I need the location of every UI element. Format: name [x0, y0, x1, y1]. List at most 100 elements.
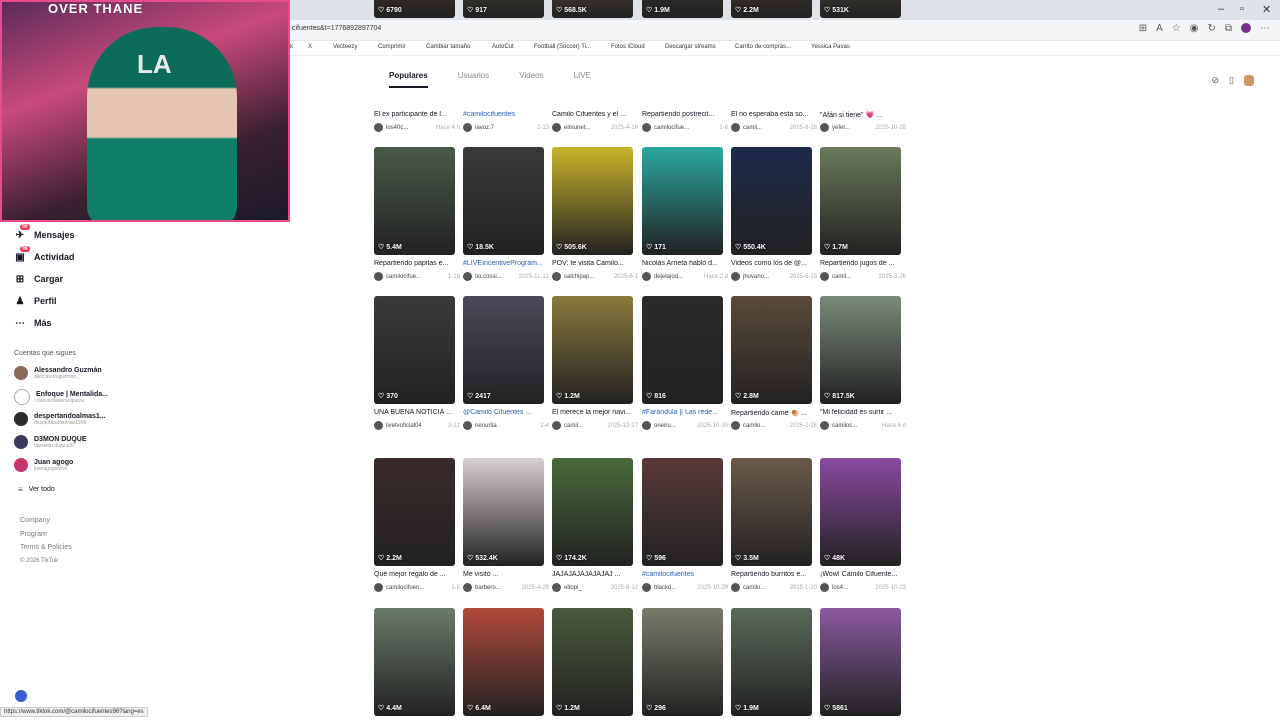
video-thumbnail[interactable]: ♡ 531K [820, 0, 901, 18]
video-thumbnail[interactable]: ♡ 370 [374, 296, 455, 404]
avatar[interactable] [552, 272, 561, 281]
author-name[interactable]: oneiru... [654, 423, 676, 429]
avatar[interactable] [642, 272, 651, 281]
menu-dots-icon[interactable]: ⋯ [1260, 23, 1270, 34]
bookmark-item[interactable]: Carrito de compras... [735, 44, 791, 50]
author-name[interactable]: elmunet... [564, 125, 590, 131]
video-caption[interactable]: Él no esperaba esta so... [731, 111, 817, 118]
apps-icon[interactable]: ⊞ [1139, 23, 1147, 34]
avatar[interactable] [642, 421, 651, 430]
video-thumbnail[interactable]: ♡ 3.5M [731, 458, 812, 566]
avatar[interactable] [552, 583, 561, 592]
profile-avatar-icon[interactable] [1241, 23, 1251, 33]
author-name[interactable]: camilo... [743, 585, 765, 591]
video-thumbnail[interactable]: ♡ 48K [820, 458, 901, 566]
author-name[interactable]: camilo... [743, 423, 765, 429]
maximize-icon[interactable]: ▫ [1240, 3, 1244, 15]
bookmark-item[interactable]: Vecteezy [333, 44, 357, 50]
video-caption[interactable]: #camilocifuentes [463, 111, 549, 118]
avatar[interactable] [642, 583, 651, 592]
video-caption[interactable]: #LIVEIncentiveProgram... [463, 260, 549, 267]
author-name[interactable]: nenurita [475, 423, 497, 429]
video-caption[interactable]: Camilo Cifuentes y el ... [552, 111, 638, 118]
taskbar-app-icon[interactable] [15, 690, 27, 702]
author-name[interactable]: camilocifue... [654, 125, 689, 131]
video-thumbnail[interactable]: ♡ 1.2M [552, 296, 633, 404]
footer-link[interactable]: Terms & Policies [20, 544, 72, 551]
video-caption[interactable]: Me visitó ... [463, 571, 549, 578]
video-thumbnail[interactable]: ♡ 296 [642, 608, 723, 716]
following-account[interactable]: Juan agogo juanagogoolive [14, 458, 73, 472]
avatar[interactable] [820, 272, 829, 281]
tab-usuarios[interactable]: Usuarios [458, 71, 490, 88]
extension-icon[interactable]: ◉ [1190, 23, 1199, 34]
footer-link[interactable]: Program [20, 531, 47, 538]
avatar[interactable] [731, 421, 740, 430]
read-aloud-icon[interactable]: A [1156, 23, 1163, 34]
video-caption[interactable]: "Afán si tiene" 💗 ... [820, 111, 906, 119]
sidebar-item-actividad[interactable]: ▣ 99 Actividad [14, 246, 75, 263]
video-caption[interactable]: Repartiendo carne 🍖 ... [731, 409, 817, 417]
avatar[interactable] [552, 421, 561, 430]
avatar[interactable] [731, 583, 740, 592]
video-caption[interactable]: #Farandula || Las rede... [642, 409, 728, 416]
author-name[interactable]: salchipap... [564, 274, 594, 280]
avatar[interactable] [374, 421, 383, 430]
following-account[interactable]: Enfoque | Mentalida... clubverdaderarique… [14, 389, 108, 405]
video-thumbnail[interactable]: ♡ 174.2K [552, 458, 633, 566]
avatar[interactable] [820, 583, 829, 592]
avatar[interactable] [374, 123, 383, 132]
author-name[interactable]: jhovano... [743, 274, 769, 280]
sidebar-item-mensajes[interactable]: ✈ 99 Mensajes [14, 224, 75, 241]
author-name[interactable]: tio.cossi... [475, 274, 502, 280]
tab-videos[interactable]: Videos [519, 71, 543, 88]
author-name[interactable]: blackd... [654, 585, 676, 591]
footer-link[interactable]: Company [20, 517, 50, 524]
bookmark-item[interactable]: Yessica Pavas [811, 44, 850, 50]
video-thumbnail[interactable]: ♡ 4.4M [374, 608, 455, 716]
bookmark-item[interactable]: Comprimir [378, 44, 406, 50]
avatar[interactable] [731, 123, 740, 132]
video-caption[interactable]: JAJAJAJAJAJAJAJ ... [552, 571, 638, 578]
author-name[interactable]: camil... [564, 423, 583, 429]
sidebar-item-perfil[interactable]: ♟ Perfil [14, 295, 57, 307]
author-name[interactable]: dejelajod... [654, 274, 683, 280]
bookmark-item[interactable]: k [290, 44, 293, 50]
author-name[interactable]: camil... [832, 274, 851, 280]
video-thumbnail[interactable]: ♡ 505.6K [552, 147, 633, 255]
author-name[interactable]: livetvoficial04 [386, 423, 422, 429]
video-thumbnail[interactable]: ♡ 5861 [820, 608, 901, 716]
compass-icon[interactable]: ⊘ [1212, 75, 1220, 86]
video-thumbnail[interactable]: ♡ 171 [642, 147, 723, 255]
video-thumbnail[interactable]: ♡ 2.8M [731, 296, 812, 404]
author-name[interactable]: yefer... [832, 125, 850, 131]
avatar[interactable] [374, 583, 383, 592]
video-thumbnail[interactable]: ♡ 816 [642, 296, 723, 404]
video-caption[interactable]: "Mi felicidad es surtir ... [820, 409, 906, 416]
bookmark-item[interactable]: Descargar streams [665, 44, 716, 50]
following-account[interactable]: D3MON DUQUE danieldu duqu e37 [14, 435, 87, 449]
video-thumbnail[interactable]: ♡ 5.4M [374, 147, 455, 255]
author-name[interactable]: los4... [832, 585, 848, 591]
bookmark-item[interactable]: Football (Soccer) Ti... [534, 44, 591, 50]
video-caption[interactable]: Repartiendo burritos e... [731, 571, 817, 578]
video-thumbnail[interactable]: ♡ 532.4K [463, 458, 544, 566]
bookmark-item[interactable]: Cambiar tamaño [426, 44, 470, 50]
puzzle-icon[interactable]: ⧉ [1225, 23, 1232, 34]
avatar[interactable] [463, 123, 472, 132]
see-all-link[interactable]: ≡ Ver todo [18, 485, 55, 494]
video-caption[interactable]: UNA BUENA NOTICIA ... [374, 409, 460, 416]
video-thumbnail[interactable]: ♡ 1.2M [552, 608, 633, 716]
avatar[interactable] [463, 272, 472, 281]
author-name[interactable]: barbero... [475, 585, 501, 591]
author-name[interactable]: camilocifue... [386, 274, 421, 280]
avatar[interactable] [642, 123, 651, 132]
video-caption[interactable]: El ex participante de l... [374, 111, 460, 118]
video-caption[interactable]: Qué mejor regalo de ... [374, 571, 460, 578]
bookmark-item[interactable]: X [308, 44, 312, 50]
user-avatar-icon[interactable] [1244, 75, 1254, 86]
sidebar-item-ms[interactable]: ⋯ Más [14, 317, 52, 329]
sidebar-item-cargar[interactable]: ⊞ Cargar [14, 273, 63, 285]
video-caption[interactable]: POV: te visita Camilo... [552, 260, 638, 267]
following-account[interactable]: Alessandro Guzmán aleccandroguzman_ [14, 366, 102, 380]
